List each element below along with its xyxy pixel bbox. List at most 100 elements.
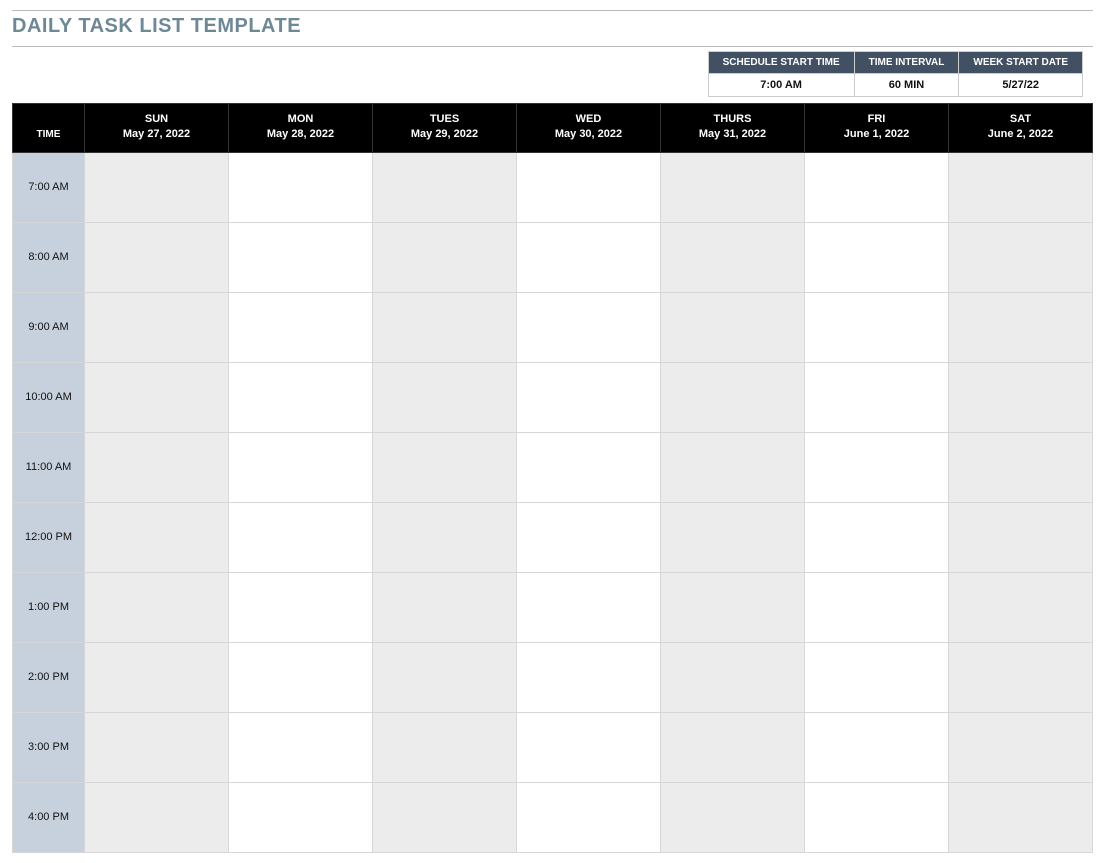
config-value-start[interactable]: 7:00 AM <box>708 74 854 97</box>
schedule-cell[interactable] <box>229 432 373 502</box>
config-header-week: WEEK START DATE <box>959 52 1083 74</box>
schedule-cell[interactable] <box>949 362 1093 432</box>
time-label: 12:00 PM <box>13 502 85 572</box>
schedule-cell[interactable] <box>373 222 517 292</box>
schedule-cell[interactable] <box>85 782 229 852</box>
schedule-cell[interactable] <box>949 152 1093 222</box>
schedule-cell[interactable] <box>85 432 229 502</box>
schedule-cell[interactable] <box>661 362 805 432</box>
schedule-cell[interactable] <box>805 502 949 572</box>
schedule-cell[interactable] <box>661 642 805 712</box>
time-label: 4:00 PM <box>13 782 85 852</box>
day-date: June 2, 2022 <box>955 127 1086 142</box>
schedule-cell[interactable] <box>661 782 805 852</box>
schedule-cell[interactable] <box>517 782 661 852</box>
schedule-cell[interactable] <box>85 572 229 642</box>
schedule-row: 9:00 AM <box>13 292 1093 362</box>
config-header-interval: TIME INTERVAL <box>854 52 959 74</box>
schedule-cell[interactable] <box>85 712 229 782</box>
schedule-cell[interactable] <box>373 572 517 642</box>
schedule-cell[interactable] <box>805 642 949 712</box>
schedule-row: 1:00 PM <box>13 572 1093 642</box>
schedule-cell[interactable] <box>517 152 661 222</box>
schedule-row: 3:00 PM <box>13 712 1093 782</box>
schedule-cell[interactable] <box>517 502 661 572</box>
schedule-cell[interactable] <box>661 152 805 222</box>
schedule-cell[interactable] <box>373 432 517 502</box>
schedule-cell[interactable] <box>85 642 229 712</box>
schedule-cell[interactable] <box>805 712 949 782</box>
schedule-cell[interactable] <box>373 292 517 362</box>
schedule-cell[interactable] <box>661 502 805 572</box>
schedule-cell[interactable] <box>805 362 949 432</box>
schedule-cell[interactable] <box>805 222 949 292</box>
schedule-row: 8:00 AM <box>13 222 1093 292</box>
schedule-cell[interactable] <box>229 502 373 572</box>
schedule-cell[interactable] <box>805 782 949 852</box>
day-name: SAT <box>955 112 1086 127</box>
schedule-cell[interactable] <box>229 712 373 782</box>
schedule-cell[interactable] <box>949 642 1093 712</box>
schedule-cell[interactable] <box>949 572 1093 642</box>
schedule-cell[interactable] <box>517 432 661 502</box>
schedule-row: 7:00 AM <box>13 152 1093 222</box>
schedule-cell[interactable] <box>85 362 229 432</box>
schedule-cell[interactable] <box>661 222 805 292</box>
schedule-row: 4:00 PM <box>13 782 1093 852</box>
schedule-cell[interactable] <box>517 712 661 782</box>
schedule-cell[interactable] <box>949 712 1093 782</box>
schedule-row: 12:00 PM <box>13 502 1093 572</box>
schedule-cell[interactable] <box>229 222 373 292</box>
config-table: SCHEDULE START TIME TIME INTERVAL WEEK S… <box>708 51 1083 97</box>
day-date: May 27, 2022 <box>91 127 222 142</box>
schedule-cell[interactable] <box>373 502 517 572</box>
schedule-cell[interactable] <box>373 362 517 432</box>
schedule-cell[interactable] <box>949 222 1093 292</box>
day-name: THURS <box>667 112 798 127</box>
schedule-cell[interactable] <box>85 152 229 222</box>
config-value-interval[interactable]: 60 MIN <box>854 74 959 97</box>
schedule-row: 10:00 AM <box>13 362 1093 432</box>
schedule-cell[interactable] <box>85 502 229 572</box>
schedule-cell[interactable] <box>517 362 661 432</box>
schedule-cell[interactable] <box>229 152 373 222</box>
config-value-week[interactable]: 5/27/22 <box>959 74 1083 97</box>
schedule-row: 11:00 AM <box>13 432 1093 502</box>
schedule-cell[interactable] <box>949 292 1093 362</box>
schedule-cell[interactable] <box>805 572 949 642</box>
schedule-cell[interactable] <box>517 222 661 292</box>
schedule-cell[interactable] <box>229 572 373 642</box>
schedule-cell[interactable] <box>229 782 373 852</box>
schedule-cell[interactable] <box>949 432 1093 502</box>
schedule-cell[interactable] <box>805 292 949 362</box>
schedule-cell[interactable] <box>85 292 229 362</box>
schedule-cell[interactable] <box>373 782 517 852</box>
day-date: May 29, 2022 <box>379 127 510 142</box>
schedule-cell[interactable] <box>661 432 805 502</box>
day-name: MON <box>235 112 366 127</box>
schedule-cell[interactable] <box>85 222 229 292</box>
day-date: May 28, 2022 <box>235 127 366 142</box>
day-name: WED <box>523 112 654 127</box>
schedule-cell[interactable] <box>661 292 805 362</box>
schedule-cell[interactable] <box>805 152 949 222</box>
schedule-cell[interactable] <box>949 782 1093 852</box>
page-title: DAILY TASK LIST TEMPLATE <box>12 15 1093 38</box>
schedule-cell[interactable] <box>229 642 373 712</box>
time-label: 11:00 AM <box>13 432 85 502</box>
column-header-day: SAT June 2, 2022 <box>949 104 1093 153</box>
time-label: 3:00 PM <box>13 712 85 782</box>
schedule-cell[interactable] <box>373 152 517 222</box>
schedule-cell[interactable] <box>517 642 661 712</box>
schedule-cell[interactable] <box>949 502 1093 572</box>
schedule-cell[interactable] <box>373 712 517 782</box>
schedule-cell[interactable] <box>805 432 949 502</box>
schedule-cell[interactable] <box>517 292 661 362</box>
schedule-cell[interactable] <box>229 292 373 362</box>
schedule-row: 2:00 PM <box>13 642 1093 712</box>
schedule-cell[interactable] <box>517 572 661 642</box>
schedule-cell[interactable] <box>661 712 805 782</box>
schedule-cell[interactable] <box>373 642 517 712</box>
schedule-cell[interactable] <box>229 362 373 432</box>
schedule-cell[interactable] <box>661 572 805 642</box>
